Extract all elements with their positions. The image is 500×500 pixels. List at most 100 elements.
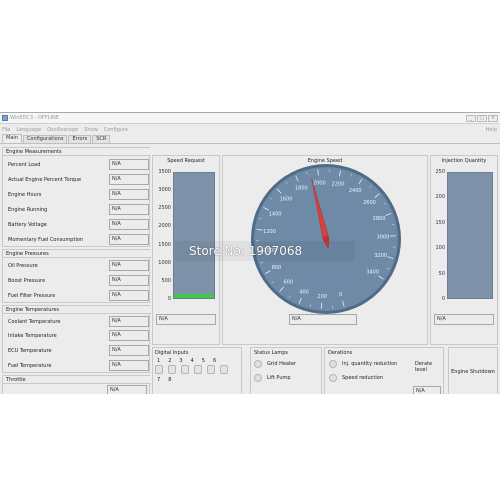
close-button[interactable]: ×	[488, 114, 498, 122]
digital-input-label: 4	[190, 358, 194, 364]
axis-tick-label: 3500	[158, 169, 171, 175]
engine-speed-readout: N/A	[289, 314, 357, 325]
row-value: N/A	[109, 234, 149, 245]
axis-tick-label: 0	[441, 296, 445, 302]
digital-input-indicator	[155, 365, 163, 374]
menu-language[interactable]: Language	[16, 127, 41, 133]
dial-tick-label: 3200	[374, 253, 387, 259]
row-oil-pressure: Oil Pressure N/A	[3, 259, 151, 272]
dial-tick-label: 2800	[373, 216, 386, 222]
deration-label: Speed reduction	[342, 375, 383, 381]
dial-tick-label: 800	[272, 265, 282, 271]
digital-input-indicator	[220, 365, 228, 374]
row-value: N/A	[109, 345, 149, 356]
throttle-title: Throttle	[3, 376, 151, 384]
menu-help[interactable]: Help	[486, 127, 497, 133]
minimize-button[interactable]: _	[466, 114, 476, 122]
derations-panel: Derations Inj. quantity reduction Speed …	[324, 347, 444, 394]
row-intake-temperature: Intake Temperature N/A	[3, 329, 151, 342]
row-label: Boost Pressure	[8, 277, 46, 284]
tab-scr[interactable]: SCR	[92, 135, 111, 143]
status-lamp-lift-pump: Lift Pump	[254, 374, 291, 382]
menu-configure[interactable]: Configure	[104, 127, 128, 133]
row-actual-engine-percent-torque: Actual Engine Percent Torque N/A	[3, 173, 151, 186]
deration-label: Inj. quantity reduction	[342, 361, 398, 367]
throttle-value: N/A	[107, 385, 147, 394]
dial-tick-label: 1200	[263, 229, 276, 235]
axis-tick-label: 200	[435, 194, 445, 201]
deration-inj-quantity: Inj. quantity reduction	[329, 360, 397, 368]
engine-temperatures-title: Engine Temperatures	[3, 306, 151, 314]
digital-input-indicator	[181, 365, 189, 374]
axis-tick-label: 50	[438, 270, 445, 277]
throttle-panel: Throttle N/A	[2, 375, 151, 394]
derate-level-value: N/A	[413, 386, 441, 394]
dial-tick-label: 2400	[349, 188, 362, 194]
digital-input-label: 7	[157, 377, 161, 383]
row-label: Fuel Temperature	[8, 362, 52, 369]
store-watermark: Store No: 1907068	[175, 241, 355, 261]
digital-inputs-panel: Digital Inputs 1 2 3 4 5 6 7 8	[152, 347, 242, 394]
row-label: Engine Hours	[8, 191, 42, 198]
tab-configurations[interactable]: Configurations	[22, 135, 68, 143]
digital-input-indicator	[194, 365, 202, 374]
axis-tick-label: 100	[435, 245, 445, 252]
status-lamps-panel: Status Lamps Grid Heater Lift Pump	[250, 347, 322, 394]
digital-input-label: 6	[212, 358, 217, 364]
dial-tick-label: 0	[339, 292, 342, 298]
tab-main[interactable]: Main	[2, 134, 22, 143]
injection-quantity-bar	[447, 172, 493, 299]
row-label: Coolant Temperature	[8, 318, 61, 325]
menu-oscilloscope[interactable]: Oscilloscope	[47, 127, 78, 133]
row-boost-pressure: Boost Pressure N/A	[3, 274, 151, 287]
inj-quantity-reduction-lamp-icon	[329, 360, 337, 368]
engine-shutdown-button[interactable]: Engine Shutdown	[448, 347, 498, 394]
derations-title: Derations	[328, 350, 353, 356]
engine-temperatures-panel: Engine Temperatures Coolant Temperature …	[2, 305, 151, 373]
axis-tick-label: 1500	[158, 241, 171, 248]
digital-inputs-labels-row1: 1 2 3 4 5 6	[157, 358, 216, 364]
row-label: Battery Voltage	[8, 221, 47, 228]
digital-inputs-indicators	[155, 365, 228, 374]
row-battery-voltage: Battery Voltage N/A	[3, 218, 151, 231]
row-label: ECU Temperature	[8, 347, 52, 354]
row-momentary-fuel-consumption: Momentary Fuel Consumption N/A	[3, 233, 151, 246]
digital-input-label: 5	[201, 358, 205, 364]
row-label: Fuel Filter Pressure	[8, 292, 56, 299]
status-lamp-label: Grid Heater	[267, 361, 297, 367]
row-value: N/A	[109, 360, 149, 371]
digital-input-label: 1	[157, 358, 161, 364]
engine-pressures-title: Engine Pressures	[3, 250, 151, 258]
injection-quantity-panel: Injection Quantity 250 200 150 100 50 0 N/A	[430, 155, 498, 345]
speed-reduction-lamp-icon	[329, 374, 337, 382]
row-label: Intake Temperature	[8, 332, 57, 339]
row-value: N/A	[109, 159, 149, 170]
menu-show[interactable]: Show	[84, 127, 98, 133]
axis-tick-label: 500	[161, 277, 171, 284]
dial-tick-label: 400	[299, 290, 309, 296]
engine-measurements-title: Engine Measurements	[3, 148, 151, 156]
axis-tick-label: 2000	[158, 223, 171, 230]
row-value: N/A	[109, 316, 149, 327]
digital-input-label: 2	[168, 358, 172, 364]
engine-speed-dial: 0200400600800100012001400160018002000 220…	[251, 164, 401, 314]
speed-request-readout: N/A	[156, 314, 216, 325]
dial-tick-label: 2000	[313, 180, 326, 186]
menu-file[interactable]: File	[2, 127, 10, 133]
row-fuel-filter-pressure: Fuel Filter Pressure N/A	[3, 289, 151, 302]
menu-bar: File Language Oscilloscope Show Configur…	[0, 125, 500, 134]
window-title: WinEDC3 - OFFLINE	[10, 115, 59, 121]
dial-tick-label: 2600	[363, 200, 376, 206]
dial-tick-label: 1400	[269, 211, 282, 217]
derate-level-label: Derate level	[415, 361, 433, 373]
status-lamp-label: Lift Pump	[267, 375, 291, 381]
dial-tick-label: 2200	[332, 181, 345, 187]
maximize-button[interactable]: □	[477, 114, 487, 122]
row-percent-load: Percent Load N/A	[3, 158, 151, 171]
row-value: N/A	[109, 219, 149, 230]
row-label: Percent Load	[8, 161, 41, 168]
row-value: N/A	[109, 189, 149, 200]
row-value: N/A	[109, 275, 149, 286]
axis-tick-label: 3000	[158, 187, 171, 194]
tab-errors[interactable]: Errors	[68, 135, 92, 143]
